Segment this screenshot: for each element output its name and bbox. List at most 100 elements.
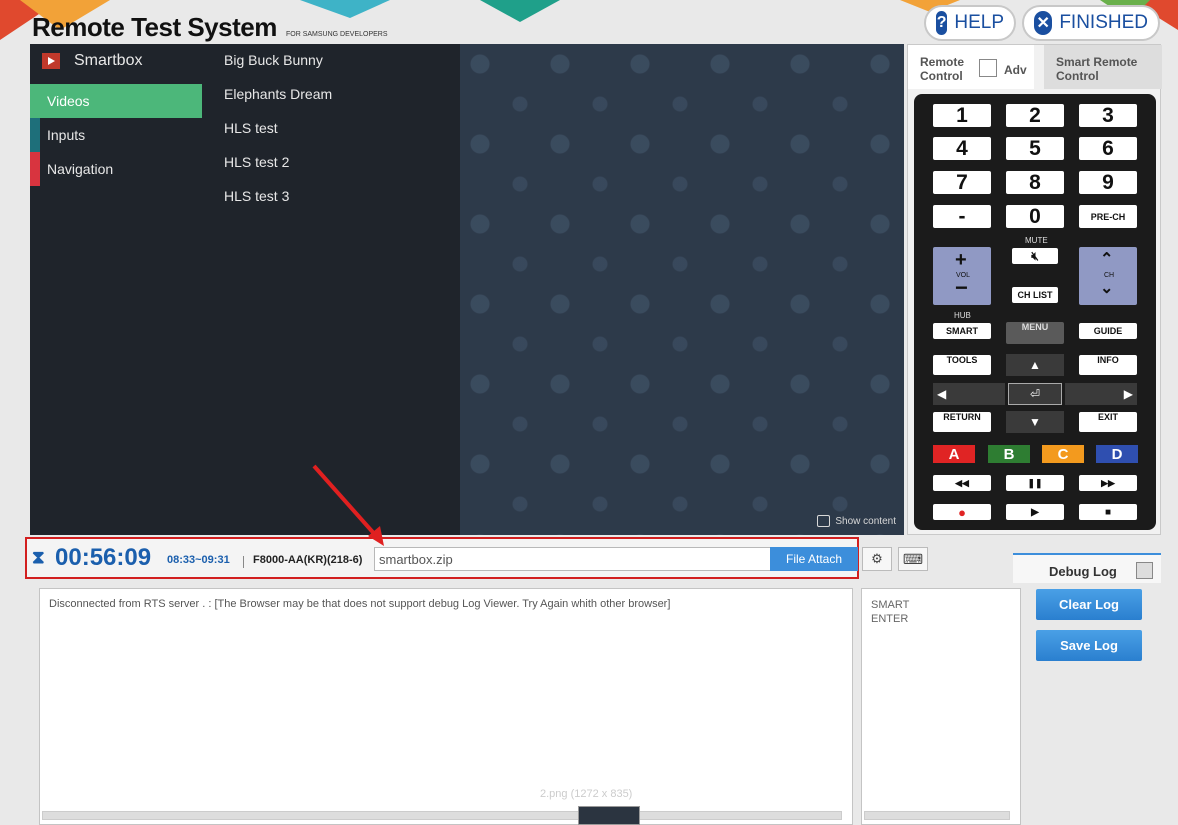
video-item[interactable]: HLS test xyxy=(224,120,278,136)
video-item[interactable]: Big Buck Bunny xyxy=(224,52,323,68)
adv-label: Adv xyxy=(1004,63,1027,77)
mute-icon: 🔇︎ xyxy=(1031,248,1039,263)
dpad-enter-button[interactable]: ⏎ xyxy=(1008,383,1062,405)
dpad-up-button[interactable]: ▲ xyxy=(1006,354,1064,376)
keyboard-button[interactable]: ⌨ xyxy=(898,547,928,571)
channel-rocker[interactable]: ⌃ CH ⌄ xyxy=(1079,247,1137,305)
arrow-left-icon: ◀ xyxy=(937,387,947,401)
tab-debug-log[interactable]: Debug Log xyxy=(1013,553,1161,583)
key-b[interactable]: B xyxy=(988,445,1030,463)
volume-rocker[interactable]: + VOL − xyxy=(933,247,991,305)
chlist-button[interactable]: CH LIST xyxy=(1012,287,1058,303)
finished-button[interactable]: ✕ FINISHED xyxy=(1022,5,1160,41)
exit-button[interactable]: EXIT xyxy=(1079,412,1137,432)
adv-checkbox[interactable] xyxy=(979,59,997,77)
video-item[interactable]: HLS test 3 xyxy=(224,188,289,204)
save-log-button[interactable]: Save Log xyxy=(1036,630,1142,661)
image-caption: 2.png (1272 x 835) xyxy=(540,788,633,800)
clear-filter-icon[interactable] xyxy=(1136,562,1153,579)
file-path-input[interactable] xyxy=(374,547,772,571)
key-2[interactable]: 2 xyxy=(1006,104,1064,127)
key-log-entry: ENTER xyxy=(871,613,909,625)
arrow-right-icon: ▶ xyxy=(1123,387,1133,401)
tab-smart-label: Smart Remote Control xyxy=(1056,55,1138,83)
rewind-button[interactable]: ◀◀ xyxy=(933,475,991,491)
video-item[interactable]: Elephants Dream xyxy=(224,86,332,102)
show-content-label: Show content xyxy=(835,515,896,527)
key-3[interactable]: 3 xyxy=(1079,104,1137,127)
tv-screen[interactable]: Smartbox Videos Inputs Navigation Big Bu… xyxy=(30,44,904,535)
mute-button[interactable]: 🔇︎ xyxy=(1012,248,1058,264)
horizontal-scrollbar[interactable] xyxy=(864,811,1010,820)
satellite-icon: ⚙ xyxy=(871,551,883,566)
chevron-up-icon: ⌃ xyxy=(1100,251,1114,268)
return-button[interactable]: RETURN xyxy=(933,412,991,432)
dpad-right-button[interactable]: ▶ xyxy=(1065,383,1137,405)
log-message: Disconnected from RTS server . : [The Br… xyxy=(49,598,671,610)
session-time-range: 08:33~09:31 xyxy=(167,554,230,566)
dpad-left-button[interactable]: ◀ xyxy=(933,383,1005,405)
video-item[interactable]: HLS test 2 xyxy=(224,154,289,170)
horizontal-scrollbar[interactable] xyxy=(42,811,842,820)
key-a[interactable]: A xyxy=(933,445,975,463)
pause-icon: ❚❚ xyxy=(1027,477,1043,488)
info-button[interactable]: INFO xyxy=(1079,355,1137,375)
category-navigation[interactable]: Navigation xyxy=(30,152,202,186)
app-title: Remote Test System xyxy=(32,12,277,42)
tab-smart-remote[interactable]: Smart Remote Control xyxy=(1044,45,1162,89)
dpad-down-button[interactable]: ▼ xyxy=(1006,411,1064,433)
key-dash[interactable]: - xyxy=(933,205,991,228)
key-6[interactable]: 6 xyxy=(1079,137,1137,160)
key-1[interactable]: 1 xyxy=(933,104,991,127)
smartbox-title: Smartbox xyxy=(74,52,143,69)
key-7[interactable]: 7 xyxy=(933,171,991,194)
stop-icon: ■ xyxy=(1104,506,1112,518)
tools-button[interactable]: TOOLS xyxy=(933,355,991,375)
thumbnail-preview xyxy=(578,806,640,825)
prech-button[interactable]: PRE-CH xyxy=(1079,205,1137,228)
guide-button[interactable]: GUIDE xyxy=(1079,323,1137,339)
category-label: Videos xyxy=(47,93,90,109)
key-9[interactable]: 9 xyxy=(1079,171,1137,194)
key-log-area[interactable]: SMART ENTER xyxy=(861,588,1021,825)
category-marker xyxy=(30,118,40,152)
enter-icon: ⏎ xyxy=(1029,387,1041,401)
file-attach-button[interactable]: File Attach xyxy=(770,547,858,571)
arrow-up-icon: ▲ xyxy=(1029,358,1041,372)
key-8[interactable]: 8 xyxy=(1006,171,1064,194)
key-5[interactable]: 5 xyxy=(1006,137,1064,160)
settings-tool-button[interactable]: ⚙ xyxy=(862,547,892,571)
fast-forward-button[interactable]: ▶▶ xyxy=(1079,475,1137,491)
enter-icon xyxy=(817,515,831,527)
hub-label: HUB xyxy=(954,311,971,320)
category-inputs[interactable]: Inputs xyxy=(30,118,202,152)
record-button[interactable]: ● xyxy=(933,504,991,520)
play-icon: ▶ xyxy=(1031,506,1039,518)
minus-icon: − xyxy=(955,275,968,300)
tv-menu: Smartbox Videos Inputs Navigation Big Bu… xyxy=(30,44,460,535)
menu-button[interactable]: MENU xyxy=(1006,322,1064,344)
key-0[interactable]: 0 xyxy=(1006,205,1064,228)
category-label: Inputs xyxy=(47,127,86,143)
keyboard-icon: ⌨ xyxy=(902,550,924,567)
pause-button[interactable]: ❚❚ xyxy=(1006,475,1064,491)
category-videos[interactable]: Videos xyxy=(30,84,202,118)
show-content-hint: Show content xyxy=(817,515,896,527)
key-d[interactable]: D xyxy=(1096,445,1138,463)
smart-button[interactable]: SMART xyxy=(933,323,991,339)
debug-log-area[interactable]: Disconnected from RTS server . : [The Br… xyxy=(39,588,853,825)
debug-tab-label: Debug Log xyxy=(1049,564,1117,579)
remote-control: 1 2 3 4 5 6 7 8 9 - 0 PRE-CH + VOL − MUT… xyxy=(914,94,1156,530)
key-c[interactable]: C xyxy=(1042,445,1084,463)
key-4[interactable]: 4 xyxy=(933,137,991,160)
plus-icon: + xyxy=(955,249,967,271)
clear-log-button[interactable]: Clear Log xyxy=(1036,589,1142,620)
remote-panel: Remote Control Adv Smart Remote Control … xyxy=(907,44,1162,535)
session-timer: 00:56:09 xyxy=(55,544,152,571)
annotation-arrow xyxy=(312,464,384,546)
mute-label: MUTE xyxy=(1025,236,1048,245)
app-subtitle: FOR SAMSUNG DEVELOPERS xyxy=(286,31,388,38)
play-button[interactable]: ▶ xyxy=(1006,504,1064,520)
stop-button[interactable]: ■ xyxy=(1079,504,1137,520)
help-button[interactable]: ? HELP xyxy=(924,5,1016,41)
